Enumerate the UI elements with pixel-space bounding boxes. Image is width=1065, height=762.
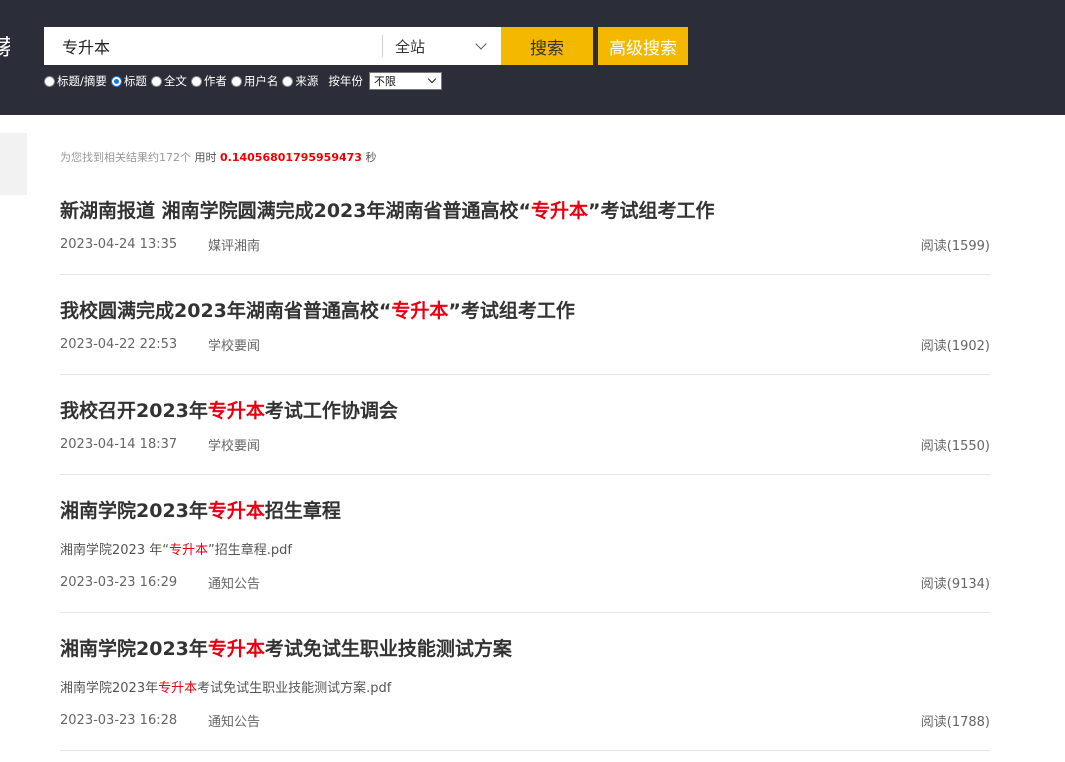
result-title-link[interactable]: 湘南学院2023年专升本考试免试生职业技能测试方案: [60, 634, 512, 661]
chevron-down-icon: [475, 38, 487, 50]
option-label: 来源: [295, 74, 319, 88]
title-highlight: 专升本: [391, 300, 449, 322]
result-date: 2023-03-23 16:29: [60, 575, 178, 590]
result-title-link[interactable]: 我校圆满完成2023年湖南省普通高校“专升本”考试组考工作: [60, 296, 575, 323]
title-text: 我校圆满完成2023年湖南省普通高校“: [60, 300, 392, 322]
result-item: 湘南学院2023年专升本招生章程 湘南学院2023 年“专升本”招生章程.pdf…: [60, 475, 990, 613]
title-text: 考试免试生职业技能测试方案: [264, 638, 512, 660]
search-field-options: 标题/摘要 标题 全文 作者 用户名 来源 按年份 不限: [44, 72, 442, 90]
result-title-link[interactable]: 新湖南报道 湘南学院圆满完成2023年湖南省普通高校“专升本”考试组考工作: [60, 196, 715, 223]
elapsed-time: 0.14056801795959473: [220, 151, 362, 164]
scope-select[interactable]: 全站: [383, 27, 501, 65]
result-snippet: 湘南学院2023 年“专升本”招生章程.pdf: [60, 539, 292, 558]
left-sidebar-stub: [0, 133, 27, 195]
snippet-text: 湘南学院2023年: [60, 681, 159, 696]
result-snippet: 湘南学院2023年专升本考试免试生职业技能测试方案.pdf: [60, 677, 391, 696]
advanced-search-button[interactable]: 高级搜索: [598, 27, 688, 65]
result-item: 湘南学院2023年专升本考试免试生职业技能测试方案 湘南学院2023年专升本考试…: [60, 613, 990, 751]
results-list: 新湖南报道 湘南学院圆满完成2023年湖南省普通高校“专升本”考试组考工作 20…: [60, 174, 990, 751]
result-views: 阅读(9134): [920, 577, 990, 592]
title-highlight: 专升本: [207, 500, 265, 522]
time-label: 用时: [194, 151, 217, 164]
chevron-down-icon: [427, 74, 437, 84]
option-author[interactable]: 作者: [190, 73, 227, 89]
title-text: 新湖南报道 湘南学院圆满完成2023年湖南省普通高校“: [60, 200, 531, 222]
result-item: 我校圆满完成2023年湖南省普通高校“专升本”考试组考工作 2023-04-22…: [60, 275, 990, 375]
result-meta: 2023-04-24 13:35 媒评湘南 阅读(1599): [60, 235, 990, 254]
result-source-link[interactable]: 媒评湘南: [208, 235, 260, 254]
result-item: 新湖南报道 湘南学院圆满完成2023年湖南省普通高校“专升本”考试组考工作 20…: [60, 174, 990, 275]
title-highlight: 专升本: [530, 200, 588, 222]
result-meta: 2023-04-22 22:53 学校要闻 阅读(1902): [60, 335, 990, 354]
snippet-text: 考试免试生职业技能测试方案.pdf: [197, 681, 392, 696]
option-username[interactable]: 用户名: [230, 73, 279, 89]
scope-selected-label: 全站: [395, 37, 426, 56]
result-views: 阅读(1599): [920, 239, 990, 254]
option-label: 标题: [123, 74, 147, 88]
result-date: 2023-04-24 13:35: [60, 237, 178, 252]
snippet-highlight: 专升本: [158, 681, 198, 696]
option-title-abstract[interactable]: 标题/摘要: [44, 73, 107, 89]
search-header: 索 全站 搜索 高级搜索 标题/摘要 标题 全文 作者 用户名: [0, 0, 1065, 115]
year-select[interactable]: 不限: [368, 72, 442, 90]
year-filter-label: 按年份: [328, 74, 363, 88]
search-button[interactable]: 搜索: [501, 27, 593, 65]
result-meta: 2023-03-23 16:29 通知公告 阅读(9134): [60, 573, 990, 592]
title-text: 考试工作协调会: [264, 400, 398, 422]
option-label: 作者: [203, 74, 227, 88]
result-source-link[interactable]: 学校要闻: [208, 335, 260, 354]
result-meta: 2023-03-23 16:28 通知公告 阅读(1788): [60, 711, 990, 730]
result-date: 2023-04-14 18:37: [60, 437, 178, 452]
result-source-link[interactable]: 通知公告: [208, 711, 260, 730]
result-views: 阅读(1902): [920, 339, 990, 354]
result-title-link[interactable]: 湘南学院2023年专升本招生章程: [60, 496, 341, 523]
result-source-link[interactable]: 通知公告: [208, 573, 260, 592]
title-text: 我校召开2023年: [60, 400, 208, 422]
result-count: 为您找到相关结果约172个: [60, 151, 191, 164]
result-date: 2023-03-23 16:28: [60, 713, 178, 728]
search-box: 全站: [44, 27, 501, 65]
radio-button[interactable]: [44, 75, 55, 87]
option-label: 标题/摘要: [57, 74, 107, 88]
result-meta: 2023-04-14 18:37 学校要闻 阅读(1550): [60, 435, 990, 454]
option-title[interactable]: 标题: [110, 73, 147, 89]
radio-button[interactable]: [150, 75, 162, 87]
snippet-text: ”招生章程.pdf: [207, 543, 292, 558]
title-highlight: 专升本: [207, 638, 265, 660]
snippet-text: 湘南学院2023 年“: [60, 543, 169, 558]
snippet-highlight: 专升本: [168, 543, 208, 558]
result-views: 阅读(1788): [920, 715, 990, 730]
result-views: 阅读(1550): [920, 439, 990, 454]
site-logo-fragment: 索: [0, 30, 10, 62]
result-title-link[interactable]: 我校召开2023年专升本考试工作协调会: [60, 396, 398, 423]
search-stats: 为您找到相关结果约172个 用时 0.14056801795959473 秒: [60, 149, 376, 165]
option-label: 全文: [163, 74, 187, 88]
radio-button[interactable]: [230, 75, 242, 87]
result-source-link[interactable]: 学校要闻: [208, 435, 260, 454]
title-text: ”考试组考工作: [448, 300, 575, 322]
title-text: 湘南学院2023年: [60, 638, 208, 660]
radio-button-checked[interactable]: [110, 75, 122, 87]
option-source[interactable]: 来源: [282, 73, 318, 89]
search-input[interactable]: [44, 27, 382, 65]
radio-button[interactable]: [190, 75, 202, 87]
title-text: 招生章程: [264, 500, 341, 522]
time-unit: 秒: [365, 151, 377, 164]
title-text: ”考试组考工作: [588, 200, 715, 222]
radio-button[interactable]: [282, 75, 294, 87]
year-selected-label: 不限: [373, 75, 396, 88]
result-date: 2023-04-22 22:53: [60, 337, 178, 352]
option-fulltext[interactable]: 全文: [150, 73, 187, 89]
option-label: 用户名: [243, 74, 279, 88]
title-text: 湘南学院2023年: [60, 500, 208, 522]
result-item: 我校召开2023年专升本考试工作协调会 2023-04-14 18:37 学校要…: [60, 375, 990, 475]
title-highlight: 专升本: [207, 400, 265, 422]
